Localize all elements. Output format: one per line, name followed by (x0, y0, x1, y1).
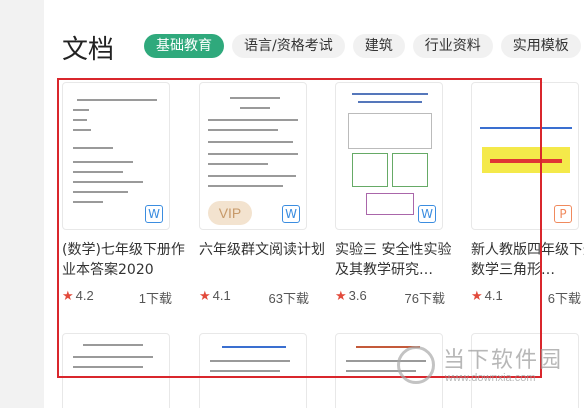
doc-thumbnail[interactable]: W (335, 82, 443, 230)
doc-meta: ★ 4.1 63下载 (199, 288, 309, 307)
watermark: 当下软件园 www.downxia.com (393, 340, 583, 390)
doc-thumbnail[interactable] (62, 333, 170, 408)
word-file-icon: W (282, 205, 300, 223)
watermark-text: 当下软件园 (443, 348, 564, 373)
doc-downloads: 1下载 (138, 291, 172, 306)
doc-rating: 3.6 (348, 288, 367, 303)
doc-thumbnail[interactable]: P (471, 82, 579, 230)
doc-rating: 4.1 (212, 288, 231, 303)
tab-basic-education[interactable]: 基础教育 (144, 34, 224, 58)
vip-badge: VIP (208, 201, 252, 225)
word-file-icon: W (418, 205, 436, 223)
word-file-icon: W (145, 205, 163, 223)
ppt-file-icon: P (554, 205, 572, 223)
doc-rating: 4.1 (484, 288, 503, 303)
tab-templates[interactable]: 实用模板 (500, 34, 581, 58)
doc-meta: ★ 4.1 6下载 (471, 288, 581, 307)
doc-title[interactable]: 六年级群文阅读计划 (199, 240, 329, 260)
doc-thumbnail[interactable]: VIP W (199, 82, 307, 230)
watermark-sub: www.downxia.com (445, 372, 536, 384)
doc-downloads: 6下载 (547, 291, 581, 306)
section-header: 文档 (62, 30, 136, 65)
section-title: 文档 (62, 34, 115, 65)
doc-downloads: 76下载 (404, 291, 445, 306)
star-icon: ★ (62, 288, 74, 303)
tab-industry[interactable]: 行业资料 (412, 34, 493, 58)
doc-title[interactable]: 实验三 安全性实验及其教学研究… (335, 240, 465, 280)
doc-thumbnail[interactable]: W (62, 82, 170, 230)
category-tabs: 基础教育 语言/资格考试 建筑 行业资料 实用模板 (144, 34, 581, 58)
doc-meta: ★ 4.2 1下载 (62, 288, 172, 307)
tab-architecture[interactable]: 建筑 (352, 34, 405, 58)
doc-rating: 4.2 (75, 288, 94, 303)
star-icon: ★ (335, 288, 347, 303)
doc-downloads: 63下载 (268, 291, 309, 306)
doc-thumbnail[interactable] (199, 333, 307, 408)
star-icon: ★ (471, 288, 483, 303)
star-icon: ★ (199, 288, 211, 303)
watermark-logo-icon (397, 346, 435, 384)
doc-meta: ★ 3.6 76下载 (335, 288, 445, 307)
tab-language-exam[interactable]: 语言/资格考试 (232, 34, 345, 58)
doc-title[interactable]: 新人教版四年级下册数学三角形… (471, 240, 584, 280)
doc-title[interactable]: (数学)七年级下册作业本答案2020 (62, 240, 192, 280)
